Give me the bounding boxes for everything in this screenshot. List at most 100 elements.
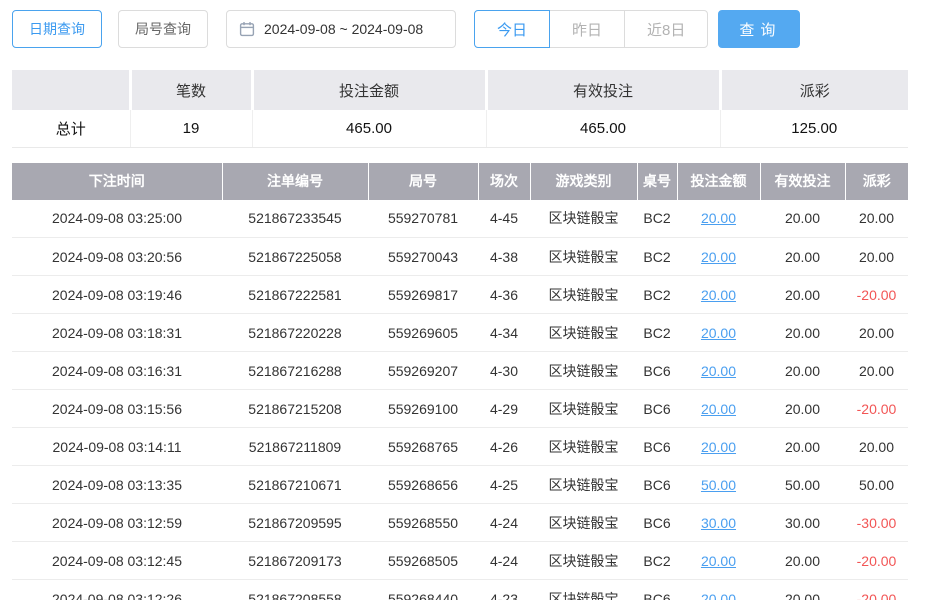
summary-header-row: 笔数 投注金额 有效投注 派彩: [12, 70, 908, 110]
table-number-cell: BC2: [637, 276, 677, 314]
valid-bet-cell: 20.00: [760, 542, 845, 580]
quick-range-group: 今日 昨日 近8日: [474, 10, 708, 48]
bet-time-cell: 2024-09-08 03:18:31: [12, 314, 222, 352]
bet-amount-link[interactable]: 20.00: [701, 249, 736, 265]
order-number-cell: 521867209173: [222, 542, 368, 580]
round-number-cell: 559269817: [368, 276, 478, 314]
round-number-cell: 559268550: [368, 504, 478, 542]
table-row: 2024-09-08 03:20:56 521867225058 5592700…: [12, 238, 908, 276]
payout-cell: -20.00: [845, 276, 908, 314]
payout-cell: -20.00: [845, 542, 908, 580]
table-row: 2024-09-08 03:12:26 521867208558 5592684…: [12, 580, 908, 600]
table-number-cell: BC6: [637, 390, 677, 428]
table-row: 2024-09-08 03:19:46 521867222581 5592698…: [12, 276, 908, 314]
game-type-cell: 区块链骰宝: [530, 428, 637, 466]
bet-amount-link[interactable]: 50.00: [701, 477, 736, 493]
search-button[interactable]: 查询: [718, 10, 800, 48]
summary-total-label: 总计: [12, 110, 130, 147]
bet-amount-cell: 20.00: [677, 314, 760, 352]
table-row: 2024-09-08 03:15:56 521867215208 5592691…: [12, 390, 908, 428]
order-number-cell: 521867233545: [222, 200, 368, 238]
summary-total-valid-bet: 465.00: [486, 110, 720, 147]
valid-bet-cell: 20.00: [760, 200, 845, 238]
table-number-cell: BC6: [637, 352, 677, 390]
round-number-cell: 559268656: [368, 466, 478, 504]
payout-cell: -20.00: [845, 390, 908, 428]
round-number-cell: 559269207: [368, 352, 478, 390]
date-query-tab-button[interactable]: 日期查询: [12, 10, 102, 48]
valid-bet-cell: 20.00: [760, 276, 845, 314]
payout-cell: 20.00: [845, 352, 908, 390]
game-type-cell: 区块链骰宝: [530, 200, 637, 238]
game-type-cell: 区块链骰宝: [530, 466, 637, 504]
bet-amount-link[interactable]: 20.00: [701, 591, 736, 600]
table-number-cell: BC6: [637, 580, 677, 600]
valid-bet-cell: 20.00: [760, 580, 845, 600]
bet-amount-link[interactable]: 20.00: [701, 210, 736, 226]
yesterday-button[interactable]: 昨日: [549, 10, 625, 48]
today-button[interactable]: 今日: [474, 10, 550, 48]
session-cell: 4-45: [478, 200, 530, 238]
valid-bet-cell: 20.00: [760, 352, 845, 390]
round-number-cell: 559268765: [368, 428, 478, 466]
table-row: 2024-09-08 03:12:59 521867209595 5592685…: [12, 504, 908, 542]
summary-table: 笔数 投注金额 有效投注 派彩 总计 19 465.00 465.00 125.…: [12, 70, 908, 148]
payout-cell: 20.00: [845, 428, 908, 466]
bet-time-cell: 2024-09-08 03:20:56: [12, 238, 222, 276]
session-cell: 4-36: [478, 276, 530, 314]
round-query-tab-button[interactable]: 局号查询: [118, 10, 208, 48]
summary-total-count: 19: [130, 110, 252, 147]
header-session: 场次: [478, 163, 530, 200]
session-cell: 4-34: [478, 314, 530, 352]
last-8-days-button[interactable]: 近8日: [624, 10, 708, 48]
bet-amount-link[interactable]: 20.00: [701, 325, 736, 341]
header-game-type: 游戏类别: [530, 163, 637, 200]
table-number-cell: BC2: [637, 200, 677, 238]
bet-time-cell: 2024-09-08 03:25:00: [12, 200, 222, 238]
bet-amount-link[interactable]: 30.00: [701, 515, 736, 531]
payout-cell: 20.00: [845, 314, 908, 352]
order-number-cell: 521867209595: [222, 504, 368, 542]
bet-amount-link[interactable]: 20.00: [701, 287, 736, 303]
calendar-icon: [239, 21, 255, 37]
game-type-cell: 区块链骰宝: [530, 314, 637, 352]
game-type-cell: 区块链骰宝: [530, 352, 637, 390]
header-bet-amount: 投注金额: [677, 163, 760, 200]
bet-amount-link[interactable]: 20.00: [701, 401, 736, 417]
date-range-input[interactable]: 2024-09-08 ~ 2024-09-08: [226, 10, 456, 48]
game-type-cell: 区块链骰宝: [530, 504, 637, 542]
payout-cell: 20.00: [845, 238, 908, 276]
session-cell: 4-26: [478, 428, 530, 466]
toolbar: 日期查询 局号查询 2024-09-08 ~ 2024-09-08 今日 昨日 …: [12, 10, 908, 48]
header-order-number: 注单编号: [222, 163, 368, 200]
bet-amount-cell: 20.00: [677, 200, 760, 238]
bet-time-cell: 2024-09-08 03:19:46: [12, 276, 222, 314]
bet-time-cell: 2024-09-08 03:14:11: [12, 428, 222, 466]
summary-header-valid-bet: 有效投注: [486, 70, 720, 110]
bet-amount-cell: 20.00: [677, 390, 760, 428]
bet-amount-cell: 20.00: [677, 276, 760, 314]
bet-amount-link[interactable]: 20.00: [701, 553, 736, 569]
bet-amount-link[interactable]: 20.00: [701, 363, 736, 379]
bet-amount-cell: 20.00: [677, 238, 760, 276]
session-cell: 4-30: [478, 352, 530, 390]
round-number-cell: 559270043: [368, 238, 478, 276]
table-row: 2024-09-08 03:12:45 521867209173 5592685…: [12, 542, 908, 580]
bet-time-cell: 2024-09-08 03:12:59: [12, 504, 222, 542]
order-number-cell: 521867215208: [222, 390, 368, 428]
table-number-cell: BC6: [637, 504, 677, 542]
bet-amount-cell: 20.00: [677, 580, 760, 600]
session-cell: 4-25: [478, 466, 530, 504]
bet-time-cell: 2024-09-08 03:12:26: [12, 580, 222, 600]
table-row: 2024-09-08 03:18:31 521867220228 5592696…: [12, 314, 908, 352]
bet-amount-cell: 20.00: [677, 542, 760, 580]
bet-amount-cell: 20.00: [677, 352, 760, 390]
table-number-cell: BC2: [637, 238, 677, 276]
summary-header-payout: 派彩: [720, 70, 908, 110]
valid-bet-cell: 30.00: [760, 504, 845, 542]
bet-amount-link[interactable]: 20.00: [701, 439, 736, 455]
table-row: 2024-09-08 03:14:11 521867211809 5592687…: [12, 428, 908, 466]
game-type-cell: 区块链骰宝: [530, 542, 637, 580]
session-cell: 4-24: [478, 542, 530, 580]
order-number-cell: 521867208558: [222, 580, 368, 600]
